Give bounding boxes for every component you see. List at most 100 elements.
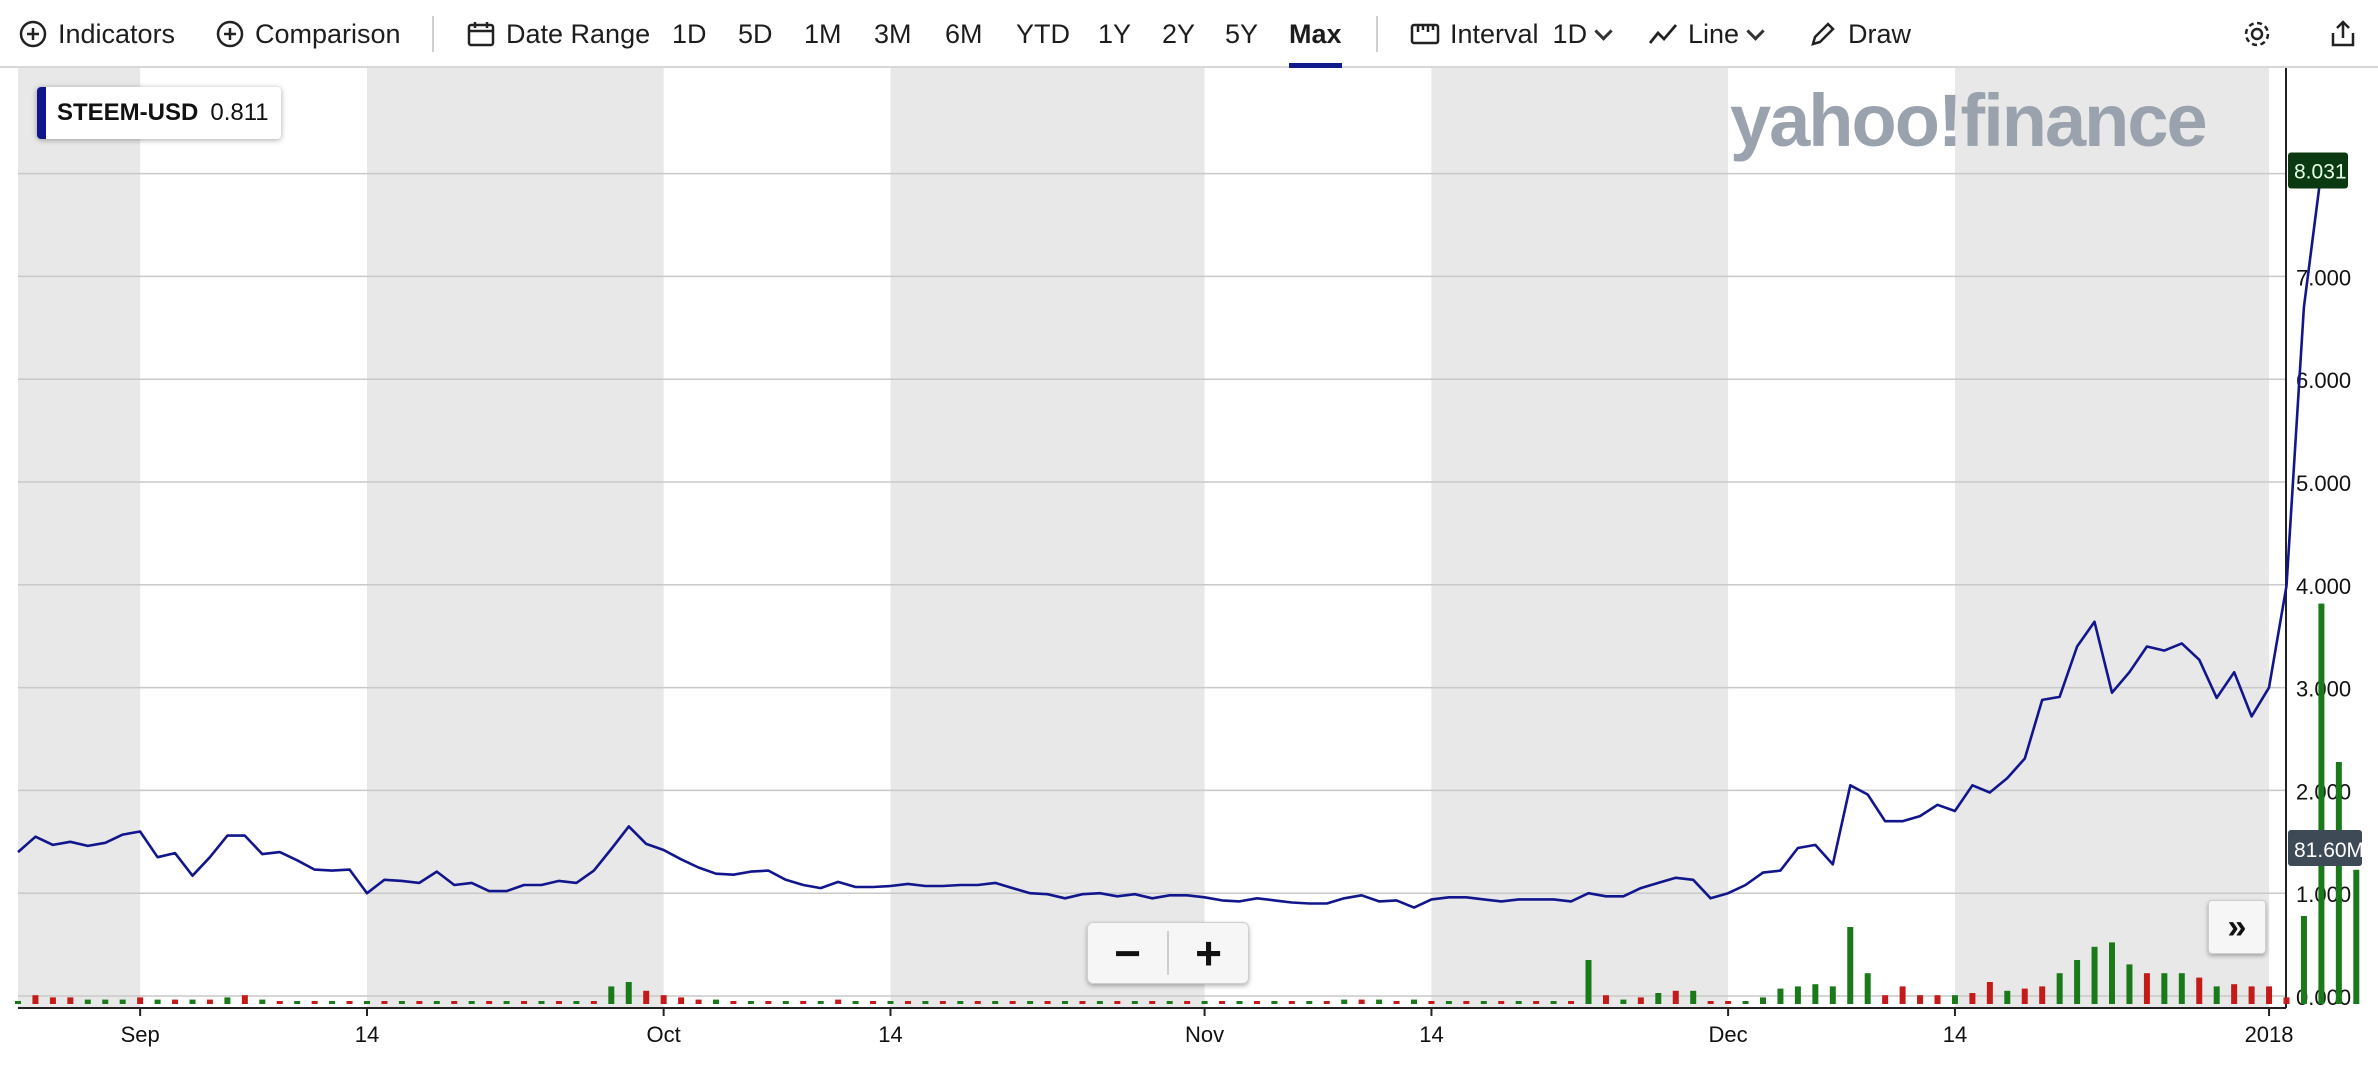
volume-bar (346, 1001, 353, 1004)
volume-bar (1969, 993, 1976, 1004)
volume-bar (2300, 916, 2307, 1004)
volume-bar (521, 1001, 528, 1004)
volume-bar (1062, 1001, 1068, 1004)
zoom-controls: − + (1087, 922, 1249, 984)
volume-bar (1027, 1001, 1034, 1004)
volume-bar (2161, 973, 2168, 1004)
y-tick-label: 7.000 (2296, 265, 2351, 290)
comparison-label: Comparison (255, 18, 401, 49)
current-price-label: 8.031 (2294, 161, 2347, 184)
volume-bar (1480, 1001, 1487, 1004)
volume-bar (1951, 995, 1958, 1004)
range-1y[interactable]: 1Y (1098, 0, 1131, 68)
range-5y[interactable]: 5Y (1225, 0, 1258, 68)
volume-bar (555, 1001, 562, 1004)
volume-bar (1986, 982, 1993, 1004)
range-3m[interactable]: 3M (874, 0, 912, 68)
indicators-button[interactable]: Indicators (18, 0, 175, 68)
volume-bar (1114, 1001, 1121, 1004)
x-tick-label: 14 (1943, 1022, 1967, 1047)
volume-bar (1585, 960, 1592, 1004)
draw-button[interactable]: Draw (1808, 0, 1911, 68)
x-tick-label: Nov (1185, 1022, 1224, 1047)
toolbar-divider (432, 16, 434, 52)
ticker-badge: STEEM-USD 0.811 (37, 87, 281, 139)
range-1m[interactable]: 1M (804, 0, 842, 68)
volume-bar (1672, 990, 1679, 1004)
volume-bar (2283, 997, 2290, 1004)
volume-bar (1655, 993, 1662, 1004)
plus-circle-icon (18, 19, 48, 49)
volume-bar (2021, 988, 2028, 1004)
chart-type-button[interactable]: Line (1648, 0, 1765, 68)
chart-type-label: Line (1688, 18, 1740, 49)
range-5d[interactable]: 5D (738, 0, 773, 68)
volume-bar (817, 1001, 824, 1004)
comparison-button[interactable]: Comparison (215, 0, 401, 68)
date-range-button[interactable]: Date Range (466, 0, 650, 68)
volume-bar (695, 999, 702, 1004)
x-tick-label: Sep (121, 1022, 160, 1047)
x-tick-label: Dec (1709, 1022, 1748, 1047)
volume-bar (1131, 1001, 1138, 1004)
volume-bar (2248, 986, 2255, 1004)
time-band (890, 68, 1205, 1008)
volume-label: 81.60M (2294, 839, 2364, 862)
jump-to-latest-button[interactable]: » (2208, 900, 2266, 954)
share-icon (2328, 19, 2358, 49)
volume-bar (1760, 997, 1766, 1004)
share-button[interactable] (2328, 0, 2368, 68)
interval-button[interactable]: Interval 1D (1410, 0, 1613, 68)
volume-bar (276, 1001, 283, 1004)
volume-bar (15, 1001, 21, 1004)
volume-bar (172, 999, 179, 1004)
volume-bar (1288, 1001, 1295, 1004)
volume-bar (451, 1001, 458, 1004)
volume-bar (32, 995, 39, 1004)
range-ytd[interactable]: YTD (1016, 0, 1070, 68)
volume-bar (1306, 1001, 1313, 1004)
volume-bar (1934, 995, 1941, 1004)
time-band (18, 68, 141, 1008)
volume-bar (1393, 1001, 1400, 1004)
volume-bar (1445, 1001, 1452, 1004)
pencil-icon (1808, 19, 1838, 49)
volume-bar (1219, 1001, 1226, 1004)
volume-bar (678, 997, 685, 1004)
range-2y[interactable]: 2Y (1162, 0, 1195, 68)
x-tick-label: 2018 (2245, 1022, 2294, 1047)
volume-bar (590, 1001, 597, 1004)
volume-bar (49, 997, 56, 1004)
range-max[interactable]: Max (1289, 0, 1342, 68)
volume-bar (1009, 1001, 1016, 1004)
volume-bar (1184, 1001, 1191, 1004)
volume-bar (67, 997, 74, 1004)
volume-bar (206, 999, 213, 1004)
volume-bar (957, 1001, 964, 1004)
volume-bar (1777, 988, 1784, 1004)
volume-bar (939, 1001, 946, 1004)
volume-bar (608, 986, 615, 1004)
settings-button[interactable] (2242, 0, 2282, 68)
range-1d[interactable]: 1D (672, 0, 707, 68)
volume-bar (2056, 973, 2063, 1004)
volume-bar (1602, 995, 1609, 1004)
volume-bar (1463, 1001, 1470, 1004)
volume-bar (1637, 997, 1644, 1004)
volume-bar (2353, 869, 2360, 1004)
ticker-symbol: STEEM-USD (57, 99, 199, 126)
zoom-in-button[interactable]: + (1169, 923, 1248, 983)
volume-bar (102, 999, 109, 1004)
volume-bar (1620, 999, 1627, 1004)
volume-bar (224, 997, 231, 1004)
volume-bar (852, 1001, 859, 1004)
volume-bar (1096, 1001, 1103, 1004)
volume-bar (1690, 990, 1697, 1004)
ruler-icon (1410, 19, 1440, 49)
volume-bar (364, 1001, 370, 1004)
zoom-out-button[interactable]: − (1088, 923, 1167, 983)
volume-bar (660, 995, 667, 1004)
draw-label: Draw (1848, 18, 1912, 49)
range-6m[interactable]: 6M (945, 0, 983, 68)
volume-bar (1341, 999, 1348, 1004)
